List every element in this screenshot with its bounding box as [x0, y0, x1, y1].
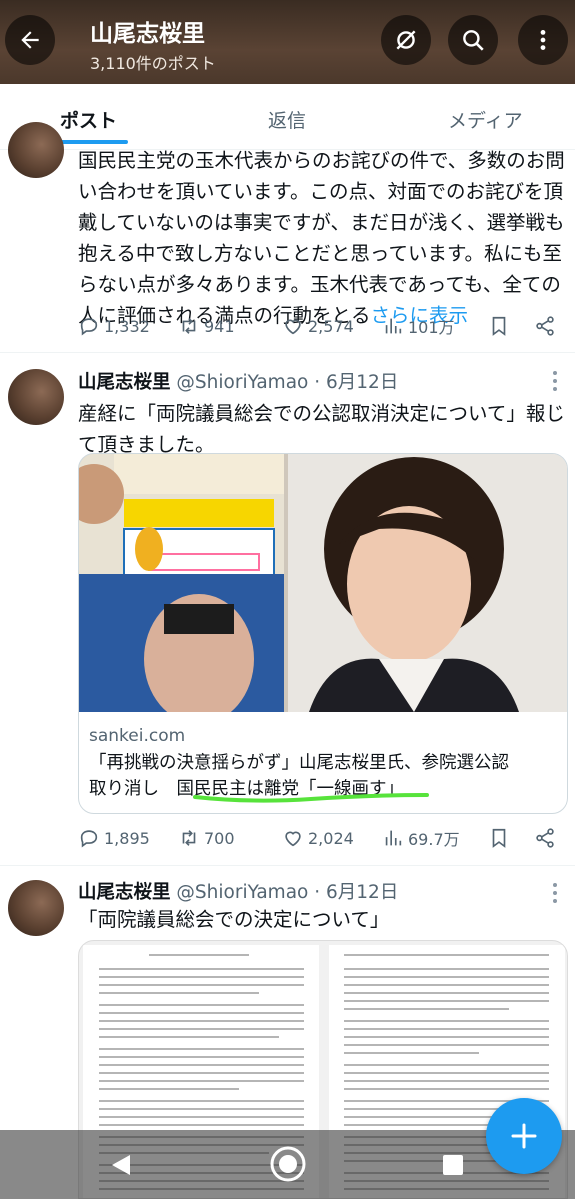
share-icon — [536, 828, 554, 848]
post-header: 山尾志桜里 @ShioriYamao · 6月12日 — [78, 367, 558, 398]
like-count: 2,024 — [308, 828, 354, 848]
bookmark-icon — [492, 316, 506, 336]
header-title: 山尾志桜里 — [90, 21, 205, 47]
more-vertical-icon — [553, 371, 557, 391]
post-text: 「両院議員総会での決定について」 — [78, 908, 390, 931]
views-button[interactable]: 69.7万 — [382, 826, 488, 850]
news-photo — [79, 454, 567, 724]
grok-icon — [396, 30, 416, 50]
arrow-left-icon — [21, 31, 39, 49]
view-count: 69.7万 — [408, 830, 460, 849]
avatar[interactable] — [8, 880, 64, 936]
repost-count: 941 — [204, 316, 235, 336]
more-vertical-icon — [540, 30, 546, 50]
link-card-image — [79, 454, 567, 724]
post-divider — [0, 352, 575, 353]
post-actions: 1,332 941 2,574 101万 — [78, 311, 558, 341]
tab-media[interactable]: メディア — [448, 106, 523, 133]
heart-icon — [285, 319, 301, 335]
post-text: 産経に「両院議員総会での公認取消決定について」報じ て頂きました。 — [78, 398, 568, 460]
reply-icon — [80, 830, 98, 848]
plus-icon — [511, 1123, 537, 1149]
bookmark-button[interactable] — [488, 827, 534, 849]
repost-button[interactable]: 700 — [178, 827, 282, 849]
back-button[interactable] — [5, 15, 55, 65]
more-options-button[interactable] — [518, 15, 568, 65]
author-handle[interactable]: @ShioriYamao — [176, 372, 308, 393]
profile-header: 山尾志桜里 3,110件のポスト — [0, 0, 575, 84]
text-line: らない点が多々あります。玉木代表であっても、全ての — [78, 273, 561, 296]
like-button[interactable]: 2,024 — [282, 827, 382, 849]
share-button[interactable] — [534, 315, 556, 337]
post-actions: 1,895 700 2,024 69.7万 — [78, 823, 558, 853]
share-button[interactable] — [534, 827, 556, 849]
share-icon — [536, 316, 554, 336]
author-name[interactable]: 山尾志桜里 — [78, 882, 171, 903]
reply-count: 1,895 — [104, 828, 150, 848]
reply-button[interactable]: 1,895 — [78, 827, 178, 849]
repost-count: 700 — [204, 828, 235, 848]
post-date[interactable]: · 6月12日 — [314, 372, 398, 393]
text-line: い合わせを頂いています。この点、対面でのお詫びを頂 — [78, 180, 563, 203]
more-vertical-icon — [553, 883, 557, 903]
link-card[interactable]: sankei.com 「再挑戦の決意揺らがず」山尾志桜里氏、参院選公認 取り消し… — [78, 453, 568, 814]
compose-post-button[interactable] — [486, 1098, 562, 1174]
views-icon — [385, 318, 402, 334]
like-button[interactable]: 2,574 — [282, 315, 382, 337]
home-nav-icon[interactable] — [268, 1144, 308, 1184]
bookmark-button[interactable] — [488, 315, 534, 337]
search-button[interactable] — [448, 15, 498, 65]
view-count: 101万 — [408, 318, 455, 337]
repost-button[interactable]: 941 — [178, 315, 282, 337]
text-line: 戴していないのは事実ですが、まだ日が浅く、選挙戦も — [78, 211, 565, 234]
author-handle[interactable]: @ShioriYamao — [176, 882, 308, 903]
avatar[interactable] — [8, 122, 64, 178]
post-date[interactable]: · 6月12日 — [314, 882, 398, 903]
like-count: 2,574 — [308, 316, 354, 336]
link-domain: sankei.com — [89, 726, 186, 746]
text-line: 抱える中で致し方ないことだと思っています。私にも至 — [78, 242, 562, 265]
search-icon — [463, 30, 484, 51]
post-menu-button[interactable] — [550, 368, 560, 399]
link-title-line: 「再挑戦の決意揺らがず」山尾志桜里氏、参院選公認 — [89, 753, 509, 773]
avatar[interactable] — [8, 369, 64, 425]
bookmark-icon — [492, 828, 506, 848]
views-button[interactable]: 101万 — [382, 314, 488, 338]
post-divider — [0, 865, 575, 866]
post-count: 3,110件のポスト — [90, 54, 216, 73]
text-line: 国民民主党の玉木代表からのお詫びの件で、多数のお問 — [78, 149, 565, 172]
tab-replies[interactable]: 返信 — [268, 106, 306, 133]
tab-posts[interactable]: ポスト — [60, 106, 117, 133]
heart-icon — [285, 831, 301, 847]
author-name[interactable]: 山尾志桜里 — [78, 372, 171, 393]
reply-button[interactable]: 1,332 — [78, 315, 178, 337]
grok-button[interactable] — [381, 15, 431, 65]
highlight-underline — [193, 793, 429, 803]
back-nav-icon[interactable] — [108, 1152, 134, 1178]
post-text: 国民民主党の玉木代表からのお詫びの件で、多数のお問 い合わせを頂いています。この… — [78, 145, 568, 331]
views-icon — [385, 830, 402, 846]
text-line: 産経に「両院議員総会での公認取消決定について」報じ — [78, 402, 565, 425]
repost-icon — [182, 318, 196, 334]
reply-icon — [80, 318, 98, 336]
repost-icon — [182, 830, 196, 846]
reply-count: 1,332 — [104, 316, 150, 336]
recents-nav-icon[interactable] — [440, 1152, 466, 1178]
